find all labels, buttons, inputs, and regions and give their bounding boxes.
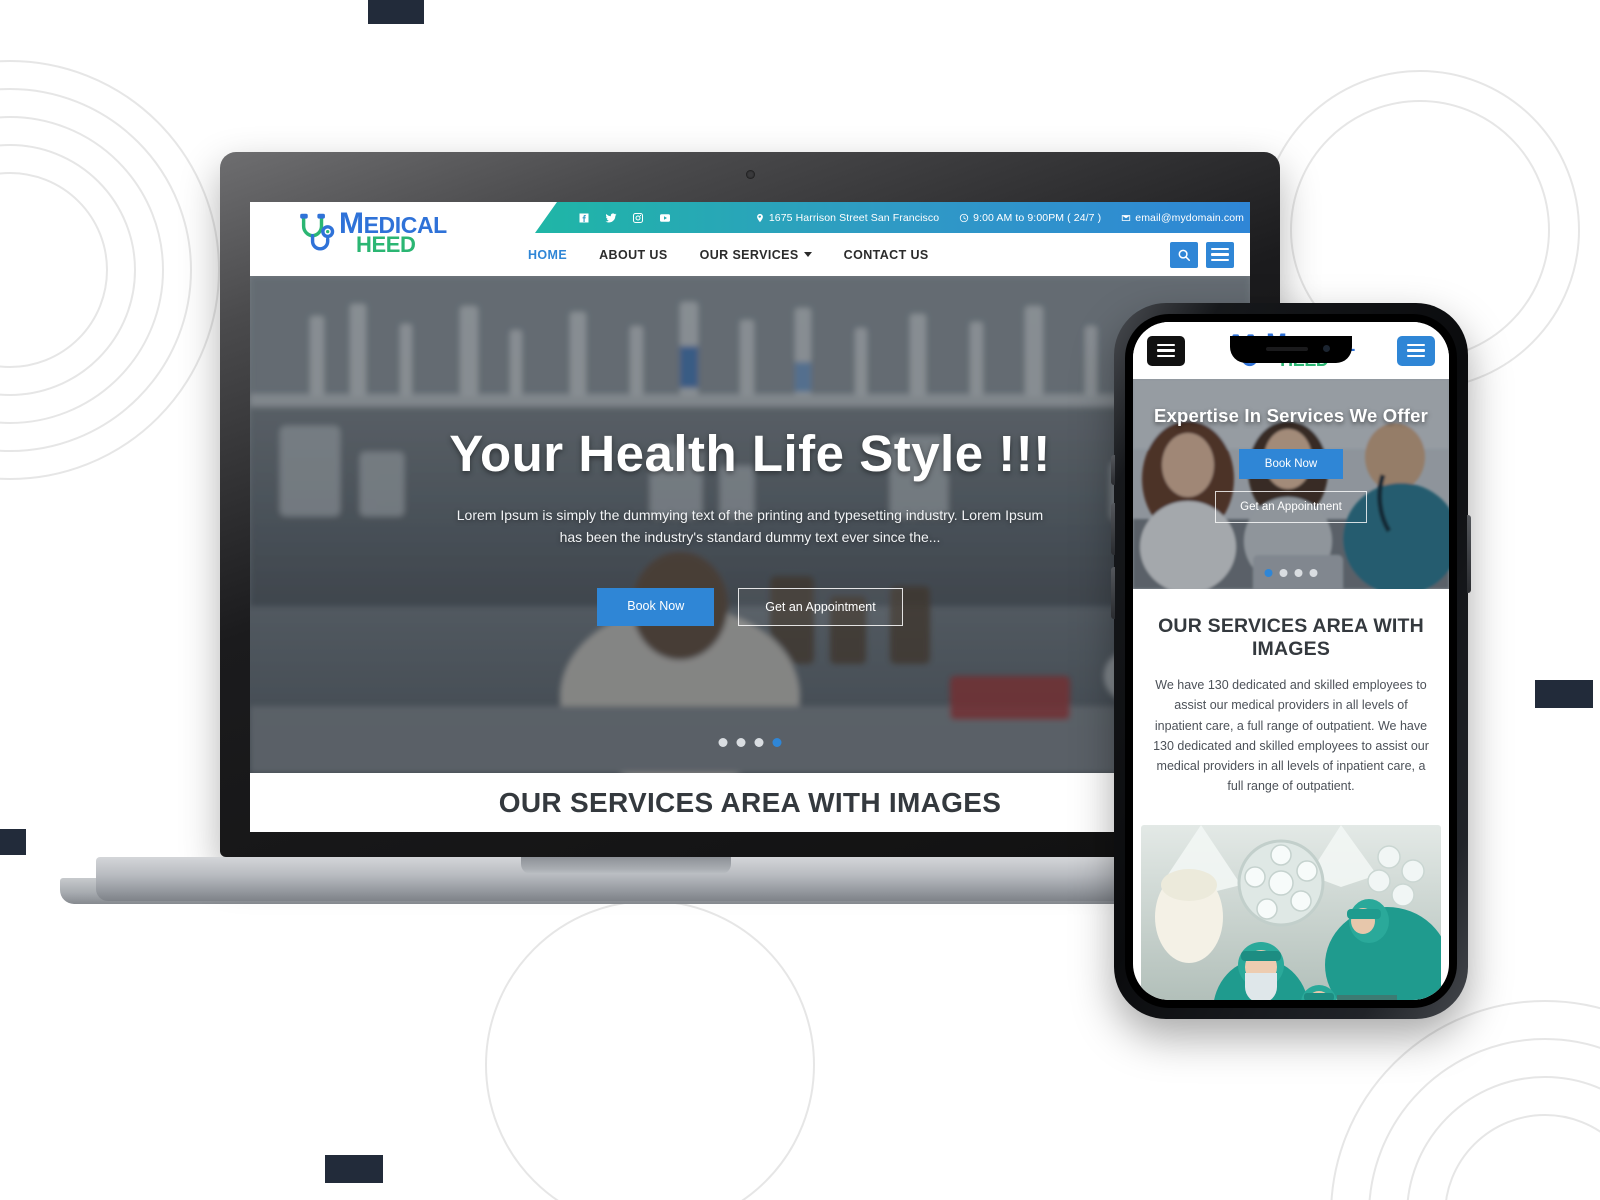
menu-toggle-button[interactable] [1206,241,1234,268]
phone-camera-icon [1323,345,1330,352]
laptop-mockup: 1675 Harrison Street San Francisco 9:00 … [60,152,1280,922]
mobile-carousel-dots[interactable] [1264,569,1318,577]
phone-mute-switch[interactable] [1111,455,1115,485]
clock-icon [959,213,969,222]
decor-rings-bottom-right [1330,1000,1600,1200]
phone-screen: MEDICAL HEED [1133,322,1449,1000]
youtube-icon[interactable] [658,211,671,224]
book-now-button[interactable]: Book Now [597,588,715,627]
nav-menu: HOME ABOUT US OUR SERVICES CONTACT US [528,248,929,262]
desktop-website: 1675 Harrison Street San Francisco 9:00 … [250,202,1250,832]
carousel-dot-4[interactable] [772,738,782,747]
envelope-icon [1122,214,1131,221]
mockup-canvas: 1675 Harrison Street San Francisco 9:00 … [0,0,1600,1200]
phone-mockup: MEDICAL HEED [1111,303,1471,1019]
laptop-base-notch [521,857,731,874]
mobile-book-now-button[interactable]: Book Now [1238,449,1344,479]
twitter-icon[interactable] [604,211,617,224]
hero-buttons: Book Now Get an Appointment [597,588,903,627]
hours-text: 9:00 AM to 9:00PM ( 24/7 ) [973,211,1102,224]
search-button[interactable] [1170,241,1198,268]
hero-title: Your Health Life Style !!! [449,425,1051,482]
email-text: email@mydomain.com [1135,211,1244,224]
services-heading: OUR SERVICES AREA WITH IMAGES [498,787,1002,818]
decor-square-top [368,0,424,24]
address-item: 1675 Harrison Street San Francisco [755,212,939,224]
contact-info: 1675 Harrison Street San Francisco 9:00 … [755,212,1244,224]
email-item[interactable]: email@mydomain.com [1121,212,1244,224]
decor-square-right [1535,680,1593,708]
mobile-carousel-dot-3[interactable] [1294,569,1303,577]
site-logo[interactable]: MEDICAL HEED [294,208,447,258]
phone-volume-up-button[interactable] [1111,503,1115,555]
hamburger-icon [1157,341,1175,360]
facebook-icon[interactable] [577,211,590,224]
mobile-get-appointment-button[interactable]: Get an Appointment [1215,491,1367,523]
phone-notch [1230,336,1352,363]
map-pin-icon [756,213,763,222]
search-icon [1178,249,1191,261]
desktop-services-section: OUR SERVICES AREA WITH IMAGES [250,773,1250,832]
mobile-services-paragraph: We have 130 dedicated and skilled employ… [1153,678,1429,794]
mobile-services-heading: OUR SERVICES AREA WITH IMAGES [1158,615,1424,660]
decor-square-left [0,829,26,855]
desktop-hero-carousel[interactable]: Your Health Life Style !!! Lorem Ipsum i… [250,276,1250,773]
mobile-menu-right-button[interactable] [1397,335,1435,366]
instagram-icon[interactable] [631,211,644,224]
decor-square-bottom [325,1155,383,1183]
stethoscope-icon [300,213,335,251]
topbar-info-strip: 1675 Harrison Street San Francisco 9:00 … [535,202,1250,233]
carousel-dot-3[interactable] [754,738,764,747]
mobile-services-image [1141,824,1441,1000]
nav-actions [1170,241,1234,268]
laptop-camera-icon [746,170,755,179]
get-appointment-button[interactable]: Get an Appointment [738,588,903,627]
logo-wordmark: MEDICAL HEED [339,208,447,258]
chevron-down-icon [803,252,812,257]
logo-line-2: HEED [356,232,416,258]
decor-rings-bottom-center [485,900,815,1200]
phone-body: MEDICAL HEED [1111,303,1471,1019]
mobile-services-section: OUR SERVICES AREA WITH IMAGES We have 13… [1133,589,1449,811]
carousel-dot-2[interactable] [736,738,746,747]
desktop-navbar: MEDICAL HEED HOME ABOUT US OUR SERVICES … [250,208,1250,276]
mobile-hero-title: Expertise In Services We Offer [1153,405,1429,426]
mobile-menu-left-button[interactable] [1147,335,1185,366]
nav-item-our-services[interactable]: OUR SERVICES [700,248,812,262]
carousel-dot-1[interactable] [718,738,728,747]
hero-paragraph: Lorem Ipsum is simply the dummying text … [456,507,1044,545]
hours-item: 9:00 AM to 9:00PM ( 24/7 ) [959,212,1101,224]
laptop-screen: 1675 Harrison Street San Francisco 9:00 … [250,202,1250,832]
mobile-carousel-dot-2[interactable] [1279,569,1288,577]
mobile-hero-carousel[interactable]: Expertise In Services We Offer Book Now … [1133,379,1449,589]
nav-item-contact-us[interactable]: CONTACT US [844,248,929,262]
hamburger-icon [1211,245,1229,264]
mobile-carousel-dot-4[interactable] [1309,569,1318,577]
social-links[interactable] [577,211,671,224]
nav-item-about-us[interactable]: ABOUT US [599,248,667,262]
phone-power-button[interactable] [1467,515,1471,593]
phone-volume-down-button[interactable] [1111,567,1115,619]
phone-speaker-icon [1266,347,1308,351]
nav-item-home[interactable]: HOME [528,248,567,262]
carousel-dots[interactable] [718,738,782,747]
hamburger-icon [1407,341,1425,360]
mobile-carousel-dot-1[interactable] [1264,569,1273,577]
address-text: 1675 Harrison Street San Francisco [768,211,940,224]
